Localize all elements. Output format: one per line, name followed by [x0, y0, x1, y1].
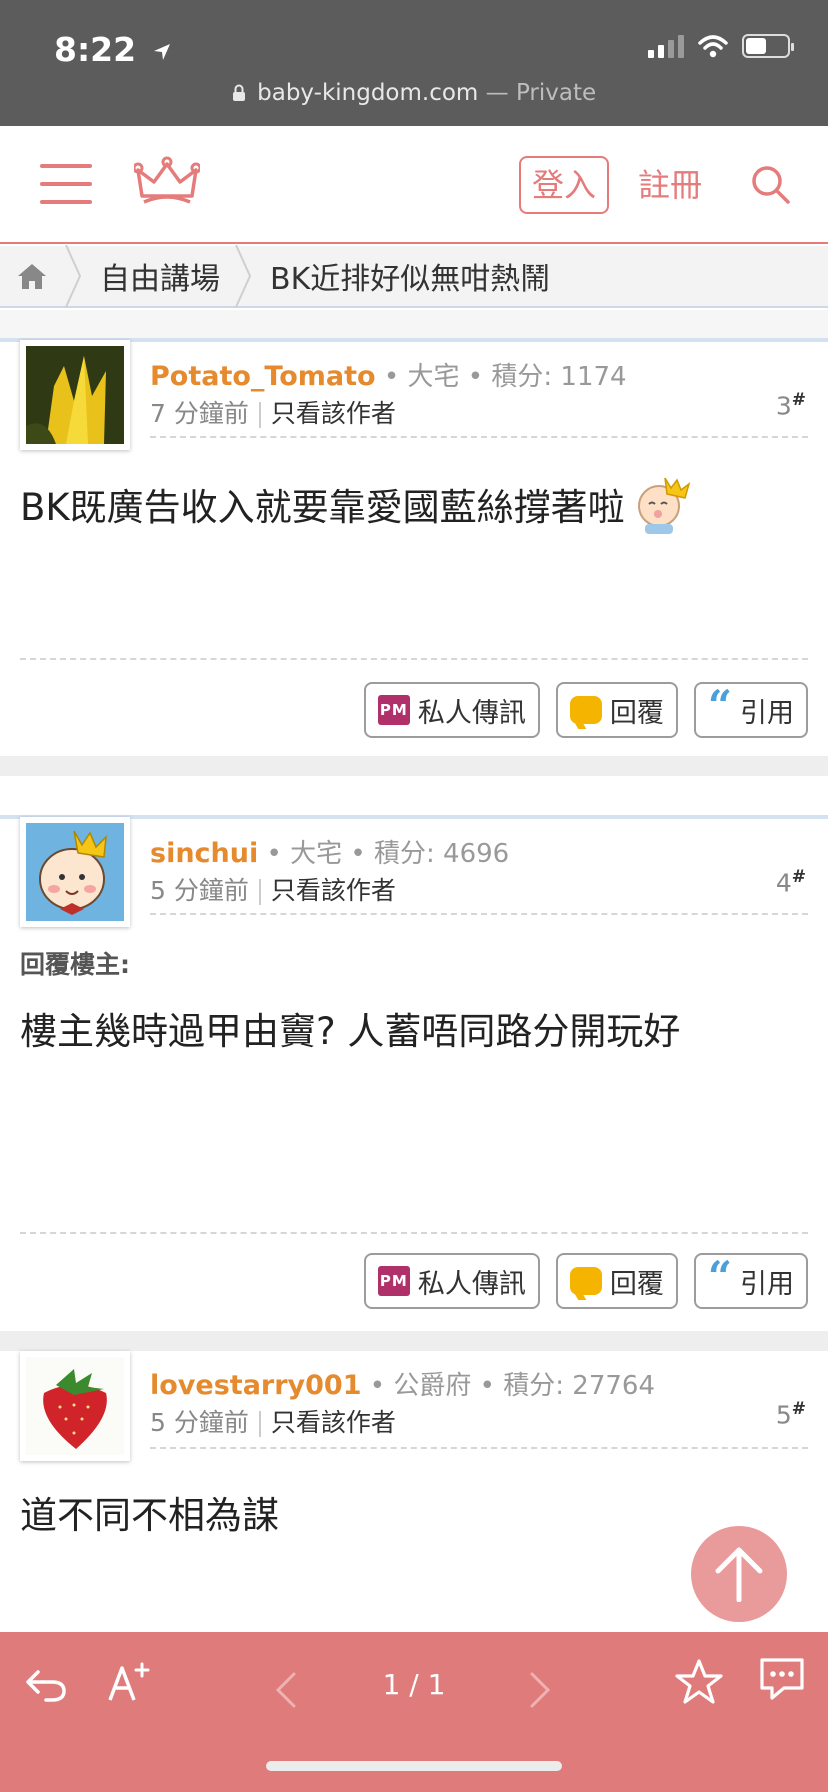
- post-meta: 5 分鐘前 只看該作者: [150, 871, 396, 907]
- crown-logo-icon[interactable]: [134, 156, 200, 206]
- post-time: 7 分鐘前: [150, 399, 249, 428]
- url-bar[interactable]: baby-kingdom.com — Private: [0, 80, 828, 106]
- post-time: 5 分鐘前: [150, 876, 249, 905]
- avatar[interactable]: [20, 340, 130, 450]
- pm-button[interactable]: PM 私人傳訊: [363, 682, 540, 738]
- author-points: 積分: 27764: [503, 1371, 656, 1401]
- breadcrumb-separator-icon: [65, 245, 82, 307]
- divider: [150, 436, 808, 438]
- divider: [0, 776, 828, 816]
- login-button[interactable]: 登入: [519, 156, 609, 214]
- quote-icon: “: [707, 1252, 732, 1301]
- tulip-avatar-image: [26, 346, 124, 444]
- pm-icon: PM: [377, 695, 410, 725]
- comment-icon[interactable]: [758, 1656, 806, 1702]
- page-indicator[interactable]: 1 / 1: [340, 1668, 488, 1701]
- reply-bubble-icon: [569, 696, 602, 724]
- author-line: lovestarry001 • 公爵府 • 積分: 27764: [150, 1370, 656, 1401]
- post-content: BK既廣告收入就要靠愛國藍絲撐著啦: [20, 474, 808, 534]
- prev-page-icon[interactable]: [274, 1670, 298, 1710]
- pm-icon: PM: [377, 1266, 410, 1296]
- breadcrumb-separator-icon: [235, 245, 252, 307]
- reply-button[interactable]: 回覆: [555, 682, 678, 738]
- post-content: 樓主幾時過甲由竇? 人蓄唔同路分開玩好: [20, 1010, 681, 1053]
- post: Potato_Tomato • 大宅 • 積分: 1174 7 分鐘前 只看該作者…: [0, 338, 828, 756]
- star-icon[interactable]: [674, 1658, 724, 1706]
- quote-button[interactable]: “引用: [693, 681, 808, 738]
- reply-to-label: 回覆樓主:: [20, 950, 130, 979]
- author-rank: 公爵府: [393, 1371, 472, 1401]
- status-icons: [648, 34, 794, 58]
- author-line: Potato_Tomato • 大宅 • 積分: 1174: [150, 361, 627, 392]
- divider: [150, 913, 808, 915]
- font-size-icon[interactable]: [106, 1660, 152, 1704]
- page: 8:22 baby-kingdom.com — Private 登入 註冊 自由…: [0, 0, 828, 1792]
- breadcrumb: 自由講場 BK近排好似無咁熱鬧: [0, 245, 828, 308]
- status-time: 8:22: [54, 30, 172, 69]
- menu-icon[interactable]: [40, 164, 92, 208]
- home-icon: [18, 264, 46, 289]
- breadcrumb-thread: BK近排好似無咁熱鬧: [270, 262, 551, 297]
- baby-crown-emoji-icon: [637, 477, 690, 534]
- status-bar: 8:22 baby-kingdom.com — Private: [0, 0, 828, 126]
- author-rank: 大宅: [407, 362, 460, 392]
- register-button[interactable]: 註冊: [638, 160, 702, 210]
- only-author-link[interactable]: 只看該作者: [271, 876, 396, 905]
- floor-number: 3#: [775, 390, 806, 421]
- divider: [0, 756, 828, 776]
- author-points: 積分: 4696: [374, 839, 510, 869]
- floor-number: 4#: [775, 867, 806, 898]
- divider: [0, 310, 828, 340]
- battery-icon: [742, 34, 794, 58]
- quote-button[interactable]: “引用: [693, 1252, 808, 1309]
- next-page-icon[interactable]: [528, 1670, 552, 1710]
- avatar[interactable]: [20, 1351, 130, 1461]
- private-label: — Private: [485, 80, 597, 106]
- only-author-link[interactable]: 只看該作者: [271, 399, 396, 428]
- post-actions: PM 私人傳訊 回覆 “引用: [363, 1252, 808, 1309]
- post-content: 道不同不相為謀: [20, 1494, 279, 1537]
- back-icon[interactable]: [24, 1660, 68, 1704]
- divider: [20, 658, 808, 660]
- author-name[interactable]: lovestarry001: [150, 1370, 362, 1401]
- pm-button[interactable]: PM 私人傳訊: [363, 1253, 540, 1309]
- quote-icon: “: [707, 681, 732, 730]
- post-meta: 5 分鐘前 只看該作者: [150, 1403, 396, 1439]
- post-actions: PM 私人傳訊 回覆 “引用: [363, 681, 808, 738]
- reply-bubble-icon: [569, 1267, 602, 1295]
- lock-icon: [232, 84, 245, 101]
- author-line: sinchui • 大宅 • 積分: 4696: [150, 838, 510, 869]
- arrow-up-icon: [715, 1547, 763, 1602]
- search-icon[interactable]: [750, 164, 792, 206]
- only-author-link[interactable]: 只看該作者: [271, 1408, 396, 1437]
- post: sinchui • 大宅 • 積分: 4696 5 分鐘前 只看該作者 4# 回覆…: [0, 815, 828, 1331]
- post-meta: 7 分鐘前 只看該作者: [150, 394, 396, 430]
- wifi-icon: [698, 35, 728, 58]
- url-text: baby-kingdom.com: [257, 80, 479, 106]
- home-indicator: [266, 1761, 562, 1771]
- author-name[interactable]: sinchui: [150, 838, 258, 869]
- breadcrumb-section[interactable]: 自由講場: [84, 245, 234, 307]
- location-arrow-icon: [153, 43, 170, 60]
- site-header: 登入 註冊: [0, 126, 828, 244]
- post-time: 5 分鐘前: [150, 1408, 249, 1437]
- divider: [0, 1331, 828, 1351]
- author-rank: 大宅: [290, 839, 343, 869]
- divider: [150, 1447, 808, 1449]
- author-name[interactable]: Potato_Tomato: [150, 361, 376, 392]
- strawberry-avatar-image: [26, 1357, 124, 1455]
- breadcrumb-home[interactable]: [0, 245, 64, 307]
- reply-button[interactable]: 回覆: [555, 1253, 678, 1309]
- divider: [20, 1232, 808, 1234]
- avatar[interactable]: [20, 817, 130, 927]
- baby-avatar-image: [26, 823, 124, 921]
- author-points: 積分: 1174: [491, 362, 627, 392]
- scroll-top-button[interactable]: [691, 1526, 787, 1622]
- signal-icon: [648, 34, 684, 58]
- floor-number: 5#: [775, 1399, 806, 1430]
